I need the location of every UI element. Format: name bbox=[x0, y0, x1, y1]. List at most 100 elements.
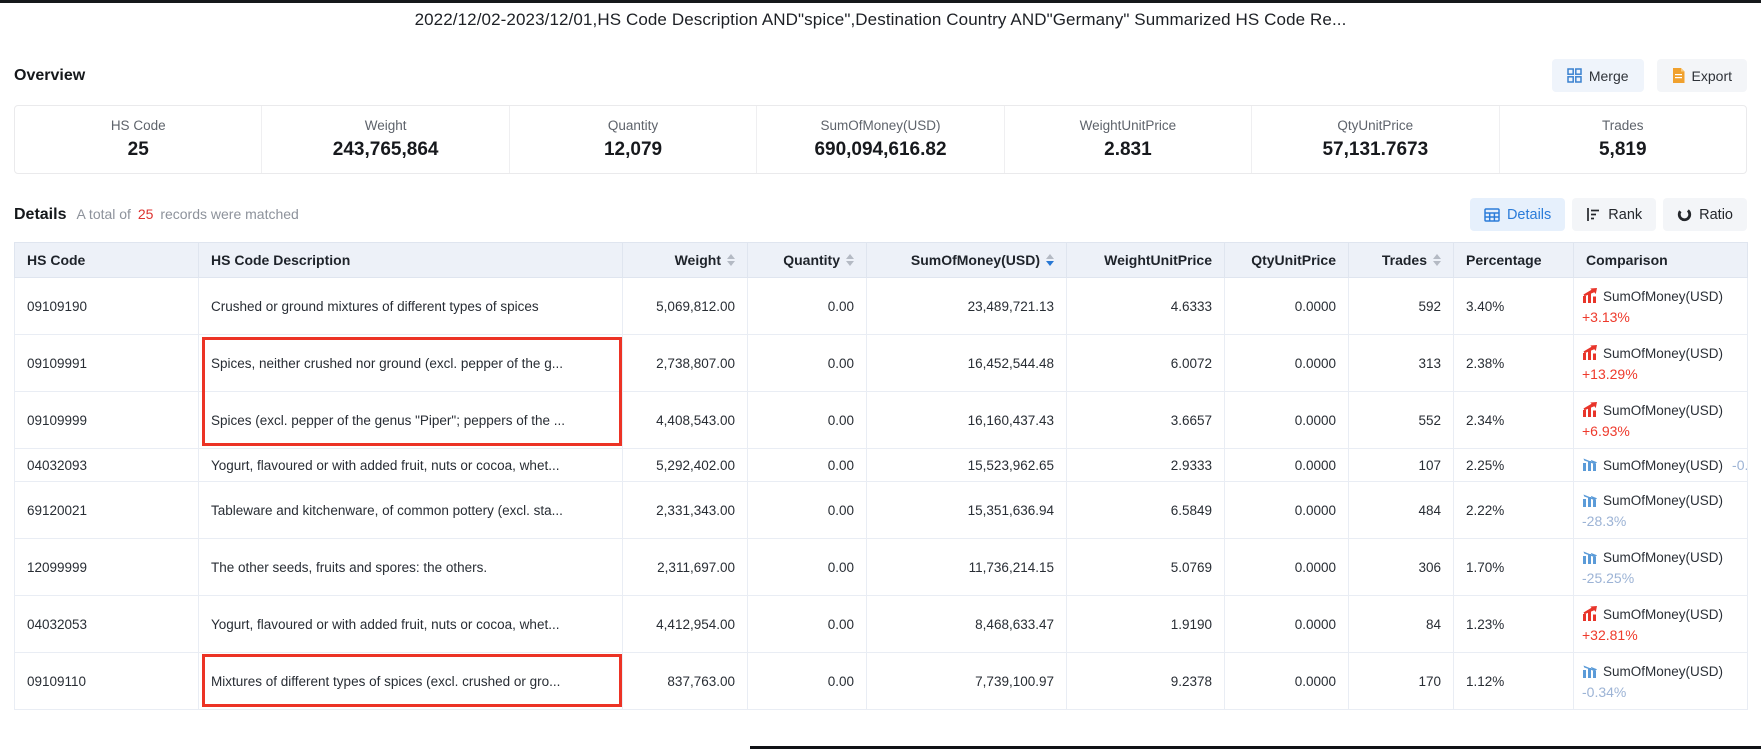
qty-unit-price-cell: 0.0000 bbox=[1225, 278, 1349, 335]
table-row: 04032093Yogurt, flavoured or with added … bbox=[15, 449, 1748, 482]
column-header-sumofmoney-usd-[interactable]: SumOfMoney(USD) bbox=[867, 243, 1067, 278]
column-header-label: Percentage bbox=[1466, 252, 1541, 268]
weight-cell: 2,311,697.00 bbox=[623, 539, 748, 596]
stat-value: 5,819 bbox=[1599, 139, 1647, 161]
description-cell: The other seeds, fruits and spores: the … bbox=[199, 539, 623, 596]
comparison-change: +13.29% bbox=[1582, 366, 1741, 382]
merge-button-label: Merge bbox=[1589, 68, 1629, 84]
overview-stat: QtyUnitPrice 57,131.7673 bbox=[1252, 106, 1499, 173]
stat-value: 12,079 bbox=[604, 139, 662, 161]
trades-cell: 552 bbox=[1349, 392, 1454, 449]
percentage-cell: 3.40% bbox=[1454, 278, 1574, 335]
column-header-hs-code: HS Code bbox=[15, 243, 199, 278]
weight-unit-price-cell: 4.6333 bbox=[1067, 278, 1225, 335]
table-row: 09109110Mixtures of different types of s… bbox=[15, 653, 1748, 710]
comparison-change: +32.81% bbox=[1582, 627, 1741, 643]
sum-of-money-cell: 16,160,437.43 bbox=[867, 392, 1067, 449]
weight-unit-price-cell: 6.5849 bbox=[1067, 482, 1225, 539]
description-cell: Mixtures of different types of spices (e… bbox=[199, 653, 623, 710]
merge-button[interactable]: Merge bbox=[1552, 59, 1644, 92]
sum-of-money-cell: 16,452,544.48 bbox=[867, 335, 1067, 392]
hs-code-cell: 09109190 bbox=[15, 278, 199, 335]
comparison-change: -0.34% bbox=[1582, 684, 1741, 700]
qty-unit-price-cell: 0.0000 bbox=[1225, 596, 1349, 653]
view-button-ratio[interactable]: Ratio bbox=[1663, 198, 1747, 231]
quantity-cell: 0.00 bbox=[748, 539, 867, 596]
comparison-metric: SumOfMoney(USD) bbox=[1603, 403, 1723, 418]
description-cell: Spices, neither crushed nor ground (excl… bbox=[199, 335, 623, 392]
view-switcher: DetailsRankRatio bbox=[1470, 198, 1747, 231]
weight-unit-price-cell: 1.9190 bbox=[1067, 596, 1225, 653]
weight-cell: 837,763.00 bbox=[623, 653, 748, 710]
sort-carets-icon bbox=[727, 254, 735, 266]
overview-stats-card: HS Code 25 Weight 243,765,864 Quantity 1… bbox=[14, 105, 1747, 174]
weight-unit-price-cell: 6.0072 bbox=[1067, 335, 1225, 392]
trend-chart-down-icon bbox=[1582, 663, 1598, 681]
details-heading: Details bbox=[14, 206, 66, 224]
trend-chart-down-icon bbox=[1582, 549, 1598, 567]
comparison-change: -0. bbox=[1732, 457, 1747, 473]
quantity-cell: 0.00 bbox=[748, 392, 867, 449]
rank-icon bbox=[1586, 207, 1601, 222]
trades-cell: 170 bbox=[1349, 653, 1454, 710]
description-cell: Tableware and kitchenware, of common pot… bbox=[199, 482, 623, 539]
match-summary-prefix: A total of bbox=[76, 206, 130, 222]
comparison-cell: SumOfMoney(USD) +32.81% bbox=[1574, 596, 1748, 653]
qty-unit-price-cell: 0.0000 bbox=[1225, 335, 1349, 392]
qty-unit-price-cell: 0.0000 bbox=[1225, 653, 1349, 710]
trades-cell: 592 bbox=[1349, 278, 1454, 335]
view-button-rank[interactable]: Rank bbox=[1572, 198, 1656, 231]
trades-cell: 484 bbox=[1349, 482, 1454, 539]
quantity-cell: 0.00 bbox=[748, 278, 867, 335]
percentage-cell: 1.12% bbox=[1454, 653, 1574, 710]
trend-chart-up-icon bbox=[1582, 402, 1598, 420]
comparison-change: -28.3% bbox=[1582, 513, 1741, 529]
stat-label: Weight bbox=[365, 118, 407, 133]
merge-grid-icon bbox=[1567, 68, 1582, 83]
hs-code-cell: 09109110 bbox=[15, 653, 199, 710]
hs-code-cell: 09109991 bbox=[15, 335, 199, 392]
column-header-label: QtyUnitPrice bbox=[1251, 252, 1336, 268]
column-header-percentage: Percentage bbox=[1454, 243, 1574, 278]
description-cell: Yogurt, flavoured or with added fruit, n… bbox=[199, 449, 623, 482]
trades-cell: 107 bbox=[1349, 449, 1454, 482]
qty-unit-price-cell: 0.0000 bbox=[1225, 392, 1349, 449]
column-header-label: Weight bbox=[675, 252, 721, 268]
column-header-label: WeightUnitPrice bbox=[1104, 252, 1212, 268]
view-button-details[interactable]: Details bbox=[1470, 198, 1565, 231]
description-cell: Crushed or ground mixtures of different … bbox=[199, 278, 623, 335]
column-header-weight[interactable]: Weight bbox=[623, 243, 748, 278]
trend-chart-up-icon bbox=[1582, 345, 1598, 363]
table-row: 09109991Spices, neither crushed nor grou… bbox=[15, 335, 1748, 392]
comparison-cell: SumOfMoney(USD) -28.3% bbox=[1574, 482, 1748, 539]
hs-code-cell: 12099999 bbox=[15, 539, 199, 596]
hs-code-cell: 04032053 bbox=[15, 596, 199, 653]
overview-stat: WeightUnitPrice 2.831 bbox=[1005, 106, 1252, 173]
description-cell: Spices (excl. pepper of the genus "Piper… bbox=[199, 392, 623, 449]
export-button[interactable]: Export bbox=[1657, 59, 1747, 92]
table-row: 09109190Crushed or ground mixtures of di… bbox=[15, 278, 1748, 335]
hs-code-cell: 69120021 bbox=[15, 482, 199, 539]
comparison-change: -25.25% bbox=[1582, 570, 1741, 586]
description-cell: Yogurt, flavoured or with added fruit, n… bbox=[199, 596, 623, 653]
stat-label: Trades bbox=[1602, 118, 1644, 133]
hs-code-cell: 04032093 bbox=[15, 449, 199, 482]
qty-unit-price-cell: 0.0000 bbox=[1225, 482, 1349, 539]
comparison-metric: SumOfMoney(USD) bbox=[1603, 607, 1723, 622]
comparison-metric: SumOfMoney(USD) bbox=[1603, 493, 1723, 508]
percentage-cell: 2.25% bbox=[1454, 449, 1574, 482]
comparison-metric: SumOfMoney(USD) bbox=[1603, 550, 1723, 565]
weight-cell: 4,412,954.00 bbox=[623, 596, 748, 653]
stat-value: 2.831 bbox=[1104, 139, 1152, 161]
sum-of-money-cell: 23,489,721.13 bbox=[867, 278, 1067, 335]
column-header-quantity[interactable]: Quantity bbox=[748, 243, 867, 278]
comparison-cell: SumOfMoney(USD)+3.13% bbox=[1574, 278, 1748, 335]
column-header-label: Quantity bbox=[783, 252, 840, 268]
column-header-label: Comparison bbox=[1586, 252, 1668, 268]
comparison-cell: SumOfMoney(USD) -25.25% bbox=[1574, 539, 1748, 596]
quantity-cell: 0.00 bbox=[748, 335, 867, 392]
column-header-trades[interactable]: Trades bbox=[1349, 243, 1454, 278]
overview-stat: SumOfMoney(USD) 690,094,616.82 bbox=[757, 106, 1004, 173]
sum-of-money-cell: 11,736,214.15 bbox=[867, 539, 1067, 596]
trades-cell: 306 bbox=[1349, 539, 1454, 596]
